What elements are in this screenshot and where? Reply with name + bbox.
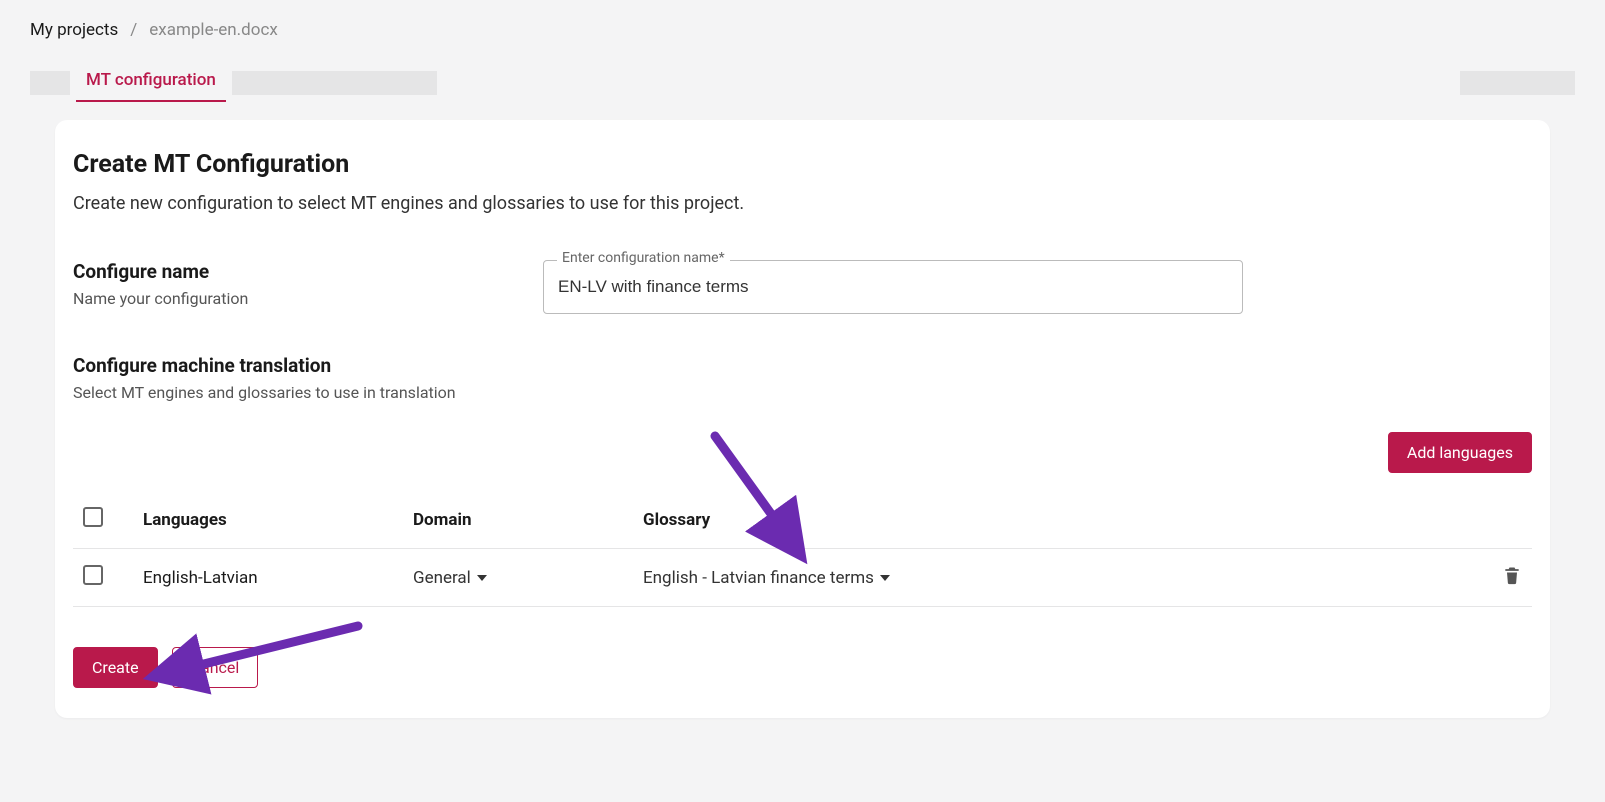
tabs-row: MT configuration [0, 64, 1605, 102]
select-all-checkbox[interactable] [83, 507, 103, 527]
config-name-field-wrap: Enter configuration name* [543, 260, 1243, 314]
chevron-down-icon [880, 575, 890, 581]
row-language-cell: English-Latvian [133, 549, 403, 607]
row-domain-select[interactable]: General [413, 568, 487, 588]
table-header-row: Languages Domain Glossary [73, 491, 1532, 549]
tab-placeholder [232, 71, 437, 95]
add-languages-button[interactable]: Add languages [1388, 432, 1532, 473]
delete-row-button[interactable] [1502, 570, 1522, 590]
breadcrumb-root-link[interactable]: My projects [30, 20, 118, 40]
table-header-languages: Languages [133, 491, 403, 549]
create-button[interactable]: Create [73, 647, 158, 688]
table-header-checkbox [73, 491, 133, 549]
page-subtitle: Create new configuration to select MT en… [73, 193, 1532, 214]
row-glossary-value: English - Latvian finance terms [643, 568, 874, 588]
table-header-glossary: Glossary [633, 491, 1452, 549]
breadcrumb: My projects / example-en.docx [0, 0, 1605, 52]
configure-name-title: Configure name [73, 260, 503, 283]
tab-placeholder [30, 71, 70, 95]
row-glossary-select[interactable]: English - Latvian finance terms [643, 568, 890, 588]
trash-icon [1502, 565, 1522, 585]
footer-actions: Create Cancel [73, 647, 1532, 688]
main-card: Create MT Configuration Create new confi… [55, 120, 1550, 718]
breadcrumb-current: example-en.docx [149, 20, 278, 40]
configure-mt-title: Configure machine translation [73, 354, 1532, 377]
configure-mt-desc: Select MT engines and glossaries to use … [73, 383, 1532, 402]
config-name-input[interactable] [543, 260, 1243, 314]
configure-name-section: Configure name Name your configuration E… [73, 260, 1532, 314]
configure-name-left: Configure name Name your configuration [73, 260, 503, 314]
tab-mt-configuration[interactable]: MT configuration [76, 64, 226, 102]
configure-mt-section: Configure machine translation Select MT … [73, 354, 1532, 607]
config-name-label: Enter configuration name* [557, 250, 730, 266]
row-checkbox[interactable] [83, 565, 103, 585]
breadcrumb-separator: / [130, 20, 137, 40]
table-header-actions [1452, 491, 1532, 549]
row-domain-value: General [413, 568, 471, 588]
languages-table: Languages Domain Glossary English-Latvia… [73, 491, 1532, 607]
table-header-domain: Domain [403, 491, 633, 549]
configure-name-desc: Name your configuration [73, 289, 503, 308]
table-row: English-Latvian General English - Latvia… [73, 549, 1532, 607]
page-title: Create MT Configuration [73, 150, 1532, 179]
add-languages-row: Add languages [73, 432, 1532, 473]
page-root: My projects / example-en.docx MT configu… [0, 0, 1605, 802]
cancel-button[interactable]: Cancel [172, 647, 259, 688]
tab-placeholder [1460, 71, 1575, 95]
chevron-down-icon [477, 575, 487, 581]
